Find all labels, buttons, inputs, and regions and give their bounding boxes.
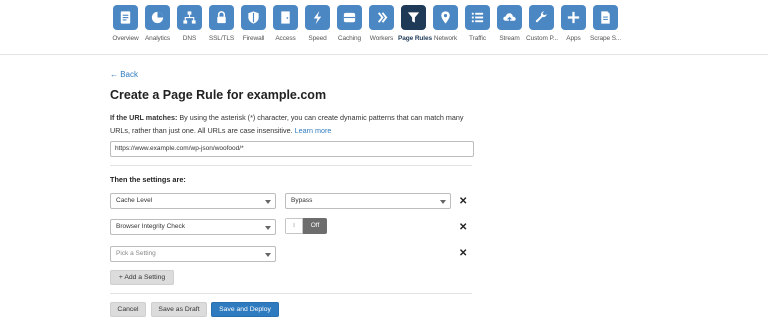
chevron-down-icon [265, 253, 271, 257]
nav-label: Access [275, 35, 296, 42]
nav-label: Apps [566, 35, 581, 42]
url-match-label: If the URL matches: [110, 113, 178, 122]
cache-level-value-select[interactable]: Bypass [285, 193, 451, 209]
lock-icon [214, 10, 229, 25]
nav-item-analytics[interactable]: Analytics [142, 5, 173, 42]
nav-label: Overview [112, 35, 139, 42]
lightning-icon [310, 10, 325, 25]
pick-setting-select[interactable]: Pick a Setting [110, 246, 276, 262]
save-deploy-button[interactable]: Save and Deploy [211, 302, 279, 317]
nav-item-apps[interactable]: Apps [558, 5, 589, 42]
nav-divider [0, 54, 768, 55]
nav-item-page-rules[interactable]: Page Rules [398, 5, 433, 42]
zone-nav: Overview Analytics DNS SSL/TLS Firewall … [110, 5, 622, 42]
page-title: Create a Page Rule for example.com [110, 88, 327, 102]
nav-label: Firewall [242, 35, 265, 42]
setting-select-browser-integrity[interactable]: Browser Integrity Check [110, 219, 276, 235]
remove-setting-close-icon[interactable]: ✕ [459, 249, 467, 259]
nav-label: Analytics [144, 35, 171, 42]
list-icon [470, 10, 485, 25]
nav-item-stream[interactable]: Stream [494, 5, 525, 42]
nav-item-traffic[interactable]: Traffic [462, 5, 493, 42]
nav-item-workers[interactable]: Workers [366, 5, 397, 42]
add-setting-button[interactable]: + Add a Setting [110, 270, 174, 285]
workers-icon [374, 10, 389, 25]
nav-item-speed[interactable]: Speed [302, 5, 333, 42]
plus-icon [566, 10, 581, 25]
nav-item-dns[interactable]: DNS [174, 5, 205, 42]
page-icon [598, 10, 613, 25]
nav-label: Page Rules [398, 35, 433, 42]
filter-icon [406, 10, 421, 25]
cloud-upload-icon [502, 10, 517, 25]
nav-item-custom-pages[interactable]: Custom P... [526, 5, 559, 42]
save-draft-button[interactable]: Save as Draft [151, 302, 207, 317]
setting-value-text: Bypass [291, 197, 313, 204]
cancel-button[interactable]: Cancel [110, 302, 146, 317]
setting-select-cache-level[interactable]: Cache Level [110, 193, 276, 209]
nav-label: Speed [308, 35, 327, 42]
document-icon [118, 10, 133, 25]
nav-label: SSL/TLS [208, 35, 235, 42]
nav-item-network[interactable]: Network [430, 5, 461, 42]
remove-setting-close-icon[interactable]: ✕ [459, 197, 467, 207]
nav-item-caching[interactable]: Caching [334, 5, 365, 42]
nav-label: Stream [499, 35, 520, 42]
nav-label: DNS [182, 35, 197, 42]
chevron-down-icon [440, 200, 446, 204]
shield-icon [246, 10, 261, 25]
nav-item-scrape-shield[interactable]: Scrape S... [590, 5, 621, 42]
nav-label: Network [433, 35, 458, 42]
nav-item-overview[interactable]: Overview [110, 5, 141, 42]
nav-label: Caching [337, 35, 362, 42]
chevron-down-icon [265, 200, 271, 204]
network-tree-icon [182, 10, 197, 25]
remove-setting-close-icon[interactable]: ✕ [459, 223, 467, 233]
url-pattern-input[interactable] [110, 141, 474, 157]
divider [110, 165, 472, 166]
nav-item-access[interactable]: Access [270, 5, 301, 42]
nav-item-firewall[interactable]: Firewall [238, 5, 269, 42]
nav-label: Traffic [469, 35, 486, 42]
chevron-down-icon [265, 226, 271, 230]
nav-label: Workers [369, 35, 394, 42]
toggle-grip-icon: ⁞⁞ [285, 218, 303, 234]
wrench-icon [534, 10, 549, 25]
server-icon [342, 10, 357, 25]
browser-integrity-toggle[interactable]: ⁞⁞ Off [285, 218, 327, 234]
nav-label: Scrape S... [590, 35, 622, 42]
back-link[interactable]: ← Back [110, 70, 138, 79]
learn-more-link[interactable]: Learn more [295, 126, 332, 135]
location-pin-icon [438, 10, 453, 25]
door-icon [278, 10, 293, 25]
toggle-state-label: Off [303, 218, 327, 234]
setting-select-value: Browser Integrity Check [116, 223, 185, 230]
settings-heading: Then the settings are: [110, 175, 186, 184]
url-match-description: If the URL matches: By using the asteris… [110, 112, 472, 137]
divider [110, 293, 472, 294]
nav-label: Custom P... [526, 35, 559, 42]
setting-select-value: Cache Level [116, 197, 153, 204]
pie-chart-icon [150, 10, 165, 25]
setting-select-placeholder: Pick a Setting [116, 250, 156, 257]
nav-item-ssl[interactable]: SSL/TLS [206, 5, 237, 42]
